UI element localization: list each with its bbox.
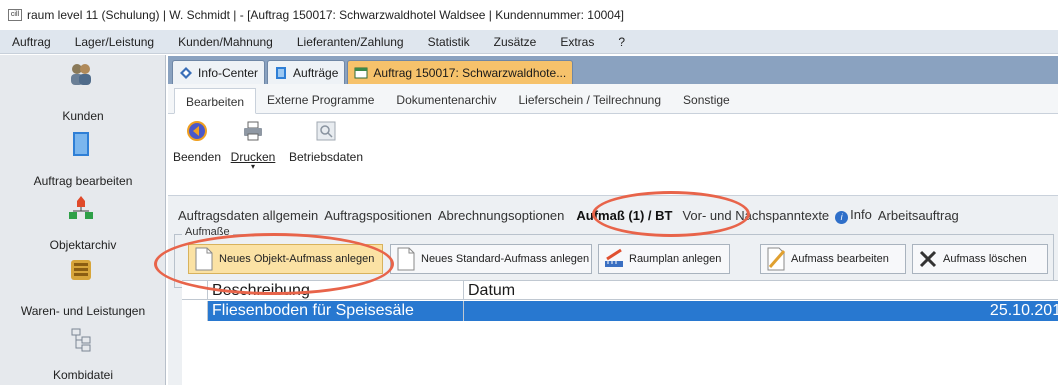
exit-icon: [187, 121, 207, 141]
subtab-auftragspositionen[interactable]: Auftragspositionen: [324, 208, 432, 223]
doc-tab-label: Auftrag 150017: Schwarzwaldhote...: [373, 65, 567, 80]
menu-bar: Auftrag Lager/Leistung Kunden/Mahnung Li…: [0, 30, 1058, 54]
pencil-icon: [767, 247, 786, 271]
app-icon: cill: [8, 9, 22, 21]
cell-datum[interactable]: 25.10.2018: [464, 301, 1058, 321]
book-icon: [276, 66, 287, 79]
neues-objekt-aufmass-button[interactable]: Neues Objekt-Aufmass anlegen: [188, 244, 383, 274]
row-selector[interactable]: [182, 301, 208, 321]
button-label: Raumplan anlegen: [629, 253, 722, 265]
document-icon[interactable]: [68, 131, 94, 157]
aufmass-panel: Auftragsdaten allgemein Auftragsposition…: [168, 196, 1058, 385]
doc-tab-auftraege[interactable]: Aufträge: [267, 60, 346, 84]
beenden-label: Beenden: [172, 150, 222, 164]
menu-lieferanten-zahlung[interactable]: Lieferanten/Zahlung: [285, 35, 416, 49]
drucken-button[interactable]: Drucken ▾: [226, 120, 280, 171]
aufmasse-group-label: Aufmaße: [182, 226, 233, 238]
subtab-arbeitsauftrag[interactable]: Arbeitsauftrag: [878, 208, 959, 223]
column-header-beschreibung[interactable]: Beschreibung: [208, 281, 464, 300]
window-title: raum level 11 (Schulung) | W. Schmidt | …: [27, 8, 624, 22]
table-row[interactable]: Fliesenboden für Speisesäle 25.10.2018: [182, 301, 1058, 321]
raumplan-anlegen-button[interactable]: Raumplan anlegen: [598, 244, 730, 274]
doc-tab-auftrag-150017[interactable]: Auftrag 150017: Schwarzwaldhote...: [347, 60, 574, 84]
menu-auftrag[interactable]: Auftrag: [0, 35, 63, 49]
neues-standard-aufmass-button[interactable]: Neues Standard-Aufmass anlegen: [390, 244, 592, 274]
menu-extras[interactable]: Extras: [548, 35, 606, 49]
info-icon: i: [835, 210, 849, 224]
cell-beschreibung[interactable]: Fliesenboden für Speisesäle: [208, 301, 464, 321]
aufmass-table: Beschreibung Datum Fliesenboden für Spei…: [182, 280, 1058, 385]
aufmass-loeschen-button[interactable]: Aufmass löschen: [912, 244, 1048, 274]
sub-tab-bar: Auftragsdaten allgemein Auftragsposition…: [178, 204, 965, 226]
ribbon-tab-bar: Bearbeiten Externe Programme Dokumentena…: [168, 84, 1058, 114]
subtab-aufmass[interactable]: Aufmaß (1) / BT: [576, 208, 672, 223]
diamond-icon: [180, 66, 192, 79]
menu-lager-leistung[interactable]: Lager/Leistung: [63, 35, 166, 49]
ribbon-tab-dokumentenarchiv[interactable]: Dokumentenarchiv: [385, 87, 507, 113]
ruler-pencil-icon: [605, 248, 623, 267]
menu-statistik[interactable]: Statistik: [416, 35, 482, 49]
sidebar-item-objektarchiv[interactable]: Objektarchiv: [0, 238, 166, 252]
ribbon: Beenden Drucken ▾ Betriebsdaten: [168, 114, 1058, 196]
table-header: Beschreibung Datum: [182, 281, 1058, 300]
subtab-auftragsdaten[interactable]: Auftragsdaten allgemein: [178, 208, 318, 223]
tree-icon[interactable]: [68, 327, 94, 353]
title-bar: cill raum level 11 (Schulung) | W. Schmi…: [0, 0, 1058, 30]
people-icon[interactable]: [68, 61, 94, 87]
sidebar-item-kombidatei[interactable]: Kombidatei: [0, 368, 166, 382]
subtab-vor-nachspanntexte[interactable]: Vor- und Nachspanntexte: [682, 208, 829, 223]
button-label: Neues Standard-Aufmass anlegen: [421, 253, 590, 265]
document-tab-bar: Info-Center Aufträge Auftrag 150017: Sch…: [168, 56, 1058, 84]
drucken-dropdown-arrow[interactable]: ▾: [226, 163, 280, 171]
doc-tab-label: Aufträge: [293, 65, 339, 80]
subtab-abrechnungsoptionen[interactable]: Abrechnungsoptionen: [438, 208, 565, 223]
menu-help[interactable]: ?: [606, 35, 637, 49]
button-label: Aufmass bearbeiten: [791, 253, 889, 265]
button-label: Aufmass löschen: [943, 253, 1027, 265]
sidebar: Kunden Auftrag bearbeiten Objektarchiv W…: [0, 55, 166, 385]
ribbon-tab-lieferschein[interactable]: Lieferschein / Teilrechnung: [507, 87, 672, 113]
ribbon-tab-sonstige[interactable]: Sonstige: [672, 87, 741, 113]
subtab-info[interactable]: i Info: [835, 207, 872, 224]
ribbon-tab-bearbeiten[interactable]: Bearbeiten: [174, 88, 257, 114]
sidebar-item-auftrag-bearbeiten[interactable]: Auftrag bearbeiten: [0, 174, 166, 188]
printer-icon: [244, 121, 262, 141]
aufmass-bearbeiten-button[interactable]: Aufmass bearbeiten: [760, 244, 906, 274]
sidebar-item-kunden[interactable]: Kunden: [0, 109, 166, 123]
column-header-datum[interactable]: Datum: [464, 281, 1058, 300]
ribbon-tab-externe-programme[interactable]: Externe Programme: [256, 87, 385, 113]
window-icon: [354, 67, 368, 78]
doc-tab-label: Info-Center: [198, 65, 259, 80]
subtab-info-label: Info: [850, 206, 872, 222]
magnifier-icon: [316, 121, 336, 141]
doc-tab-info-center[interactable]: Info-Center: [172, 60, 266, 84]
beenden-button[interactable]: Beenden: [172, 120, 222, 164]
cell-datum-value: 25.10.2018: [989, 302, 1058, 319]
row-header-corner: [182, 281, 208, 300]
new-doc-icon: [397, 247, 415, 271]
hierarchy-icon[interactable]: [68, 195, 94, 221]
delete-x-icon: [919, 250, 937, 268]
betriebsdaten-button[interactable]: Betriebsdaten: [284, 120, 368, 164]
menu-kunden-mahnung[interactable]: Kunden/Mahnung: [166, 35, 285, 49]
menu-zusaetze[interactable]: Zusätze: [482, 35, 549, 49]
button-label: Neues Objekt-Aufmass anlegen: [219, 253, 375, 265]
betriebsdaten-label: Betriebsdaten: [288, 150, 364, 164]
new-doc-icon: [195, 247, 213, 271]
goods-icon[interactable]: [68, 257, 94, 283]
sidebar-item-waren-leistungen[interactable]: Waren- und Leistungen: [0, 304, 166, 318]
